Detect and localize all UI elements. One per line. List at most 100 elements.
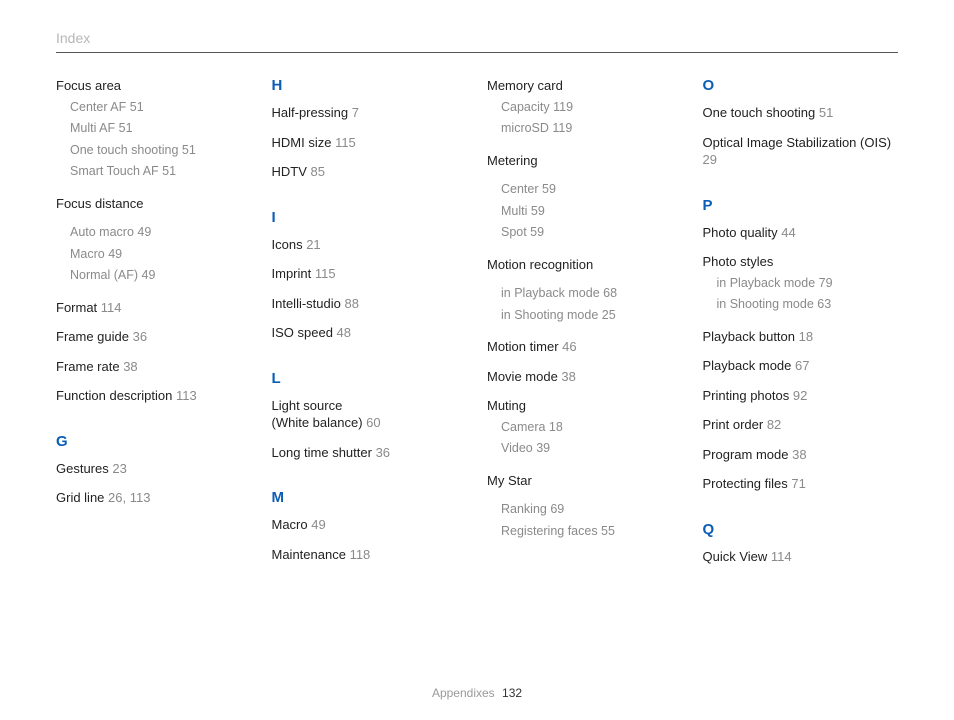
index-subentry: One touch shooting 51 (70, 142, 252, 160)
index-entry: HDTV 85 (272, 163, 468, 181)
index-entry: Protecting files 71 (703, 475, 899, 493)
index-entry: Focus distance (56, 195, 252, 213)
index-subentry: Registering faces 55 (501, 523, 683, 541)
index-entry-term: Long time shutter (272, 445, 372, 460)
index-column-3: Memory card Capacity 119 microSD 119 Meteri… (487, 77, 683, 578)
index-letter: L (272, 370, 468, 387)
index-entry-term: Light source(White balance) (272, 398, 363, 431)
index-entry-page: 38 (558, 369, 576, 384)
index-entry: Optical Image Stabilization (OIS) 29 (703, 134, 899, 169)
index-entry: Light source(White balance) 60 (272, 397, 468, 432)
index-entry-page: 23 (109, 461, 127, 476)
index-entry-term: Optical Image Stabilization (OIS) (703, 135, 892, 150)
index-subentry: Center 59 (501, 181, 683, 199)
index-entry: Frame guide 36 (56, 328, 252, 346)
page: Index Focus areaCenter AF 51Multi AF 51O… (0, 0, 954, 720)
index-entry-page: 115 (331, 135, 355, 150)
index-entry-term: Half-pressing (272, 105, 349, 120)
index-entry: Quick View 114 (703, 548, 899, 566)
index-entry: Playback mode 67 (703, 357, 899, 375)
index-subentry: Auto macro 49 (70, 224, 252, 242)
index-entry-term: Playback button (703, 329, 796, 344)
index-letter: O (703, 77, 899, 94)
index-entry: Imprint 115 (272, 265, 468, 283)
index-entry-page: 67 (791, 358, 809, 373)
index-entry-term: HDTV (272, 164, 307, 179)
index-subentry: in Shooting mode 25 (501, 307, 683, 325)
index-entry-page: 92 (789, 388, 807, 403)
index-entry-term: Printing photos (703, 388, 790, 403)
index-entry-term: HDMI size (272, 135, 332, 150)
index-entry-term: Frame rate (56, 359, 120, 374)
index-entry-term: Program mode (703, 447, 789, 462)
index-entry-page: 26, 113 (104, 490, 150, 505)
index-entry-page: 113 (172, 388, 196, 403)
index-subentry: in Shooting mode 63 (717, 296, 899, 314)
index-entry: Memory card (487, 77, 683, 95)
index-entry: Macro 49 (272, 516, 468, 534)
index-subentry: Ranking 69 (501, 501, 683, 519)
index-entry-page: 48 (333, 325, 351, 340)
index-entry: Grid line 26, 113 (56, 489, 252, 507)
index-entry-term: Intelli-studio (272, 296, 341, 311)
index-entry: Long time shutter 36 (272, 444, 468, 462)
index-entry-page: 44 (778, 225, 796, 240)
index-subentry: Macro 49 (70, 246, 252, 264)
index-entry-page: 49 (308, 517, 326, 532)
index-entry-term: Maintenance (272, 547, 346, 562)
index-entry-page: 71 (788, 476, 806, 491)
index-entry: Function description 113 (56, 387, 252, 405)
footer: Appendixes 132 (0, 686, 954, 700)
index-entry-term: Protecting files (703, 476, 788, 491)
index-subentry: in Playback mode 68 (501, 285, 683, 303)
index-entry-page: 21 (303, 237, 321, 252)
index-letter: I (272, 209, 468, 226)
index-entry: Metering (487, 152, 683, 170)
index-entry-term: Function description (56, 388, 172, 403)
index-entry-page: 115 (311, 266, 335, 281)
index-entry: Focus area (56, 77, 252, 95)
index-entry-page: 36 (372, 445, 390, 460)
index-entry-term: Photo quality (703, 225, 778, 240)
index-subentry: microSD 119 (501, 120, 683, 138)
index-subentry: Multi AF 51 (70, 120, 252, 138)
index-subentry: Spot 59 (501, 224, 683, 242)
index-entry: Frame rate 38 (56, 358, 252, 376)
footer-section: Appendixes (432, 686, 495, 700)
index-entry: Program mode 38 (703, 446, 899, 464)
header: Index (56, 30, 898, 53)
index-entry-page: 60 (363, 415, 381, 430)
index-entry-term: Format (56, 300, 97, 315)
index-entry-term: Macro (272, 517, 308, 532)
index-entry-term: Print order (703, 417, 764, 432)
index-entry-term: Grid line (56, 490, 104, 505)
index-subentry: in Playback mode 79 (717, 275, 899, 293)
index-entry: Half-pressing 7 (272, 104, 468, 122)
index-entry-term: Quick View (703, 549, 768, 564)
index-entry: Intelli-studio 88 (272, 295, 468, 313)
index-letter: H (272, 77, 468, 94)
index-letter: G (56, 433, 252, 450)
index-subentry: Smart Touch AF 51 (70, 163, 252, 181)
index-entry-page: 18 (795, 329, 813, 344)
index-columns: Focus areaCenter AF 51Multi AF 51One tou… (56, 77, 898, 578)
page-title: Index (56, 30, 90, 46)
index-entry-page: 88 (341, 296, 359, 311)
index-subentry: Capacity 119 (501, 99, 683, 117)
index-entry-page: 36 (129, 329, 147, 344)
index-entry: Motion timer 46 (487, 338, 683, 356)
index-entry: Movie mode 38 (487, 368, 683, 386)
index-letter: P (703, 197, 899, 214)
index-subentry: Camera 18 (501, 419, 683, 437)
index-letter: Q (703, 521, 899, 538)
index-subentry: Multi 59 (501, 203, 683, 221)
index-entry-page: 7 (348, 105, 359, 120)
index-entry: Playback button 18 (703, 328, 899, 346)
index-entry-term: Motion timer (487, 339, 559, 354)
index-entry: Format 114 (56, 299, 252, 317)
index-entry-page: 38 (788, 447, 806, 462)
index-column-2: HHalf-pressing 7HDMI size 115HDTV 85IIco… (272, 77, 468, 578)
index-entry-term: Gestures (56, 461, 109, 476)
index-entry-term: Playback mode (703, 358, 792, 373)
index-entry: Printing photos 92 (703, 387, 899, 405)
